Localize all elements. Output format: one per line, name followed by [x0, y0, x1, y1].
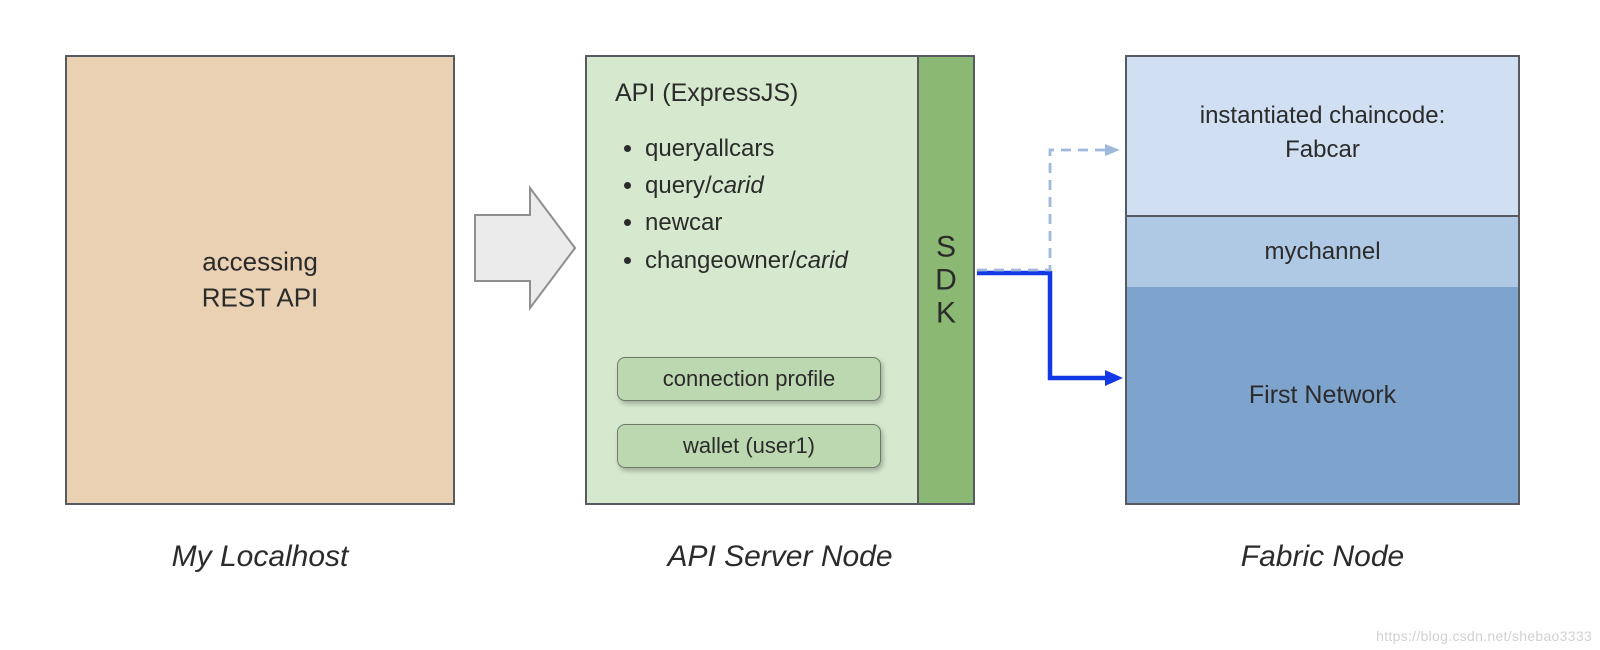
wallet-pill: wallet (user1)	[617, 424, 881, 468]
api-inner: API (ExpressJS) queryallcars query/carid…	[587, 57, 917, 503]
chaincode-line2: Fabcar	[1285, 136, 1360, 163]
caption-fabric-node: Fabric Node	[1125, 540, 1520, 574]
sdk-strip: S D K	[917, 57, 973, 503]
network-layer: First Network	[1127, 287, 1518, 503]
sdk-d: D	[935, 264, 957, 297]
endpoint-changeowner-prefix: changeowner/	[645, 247, 796, 274]
dashed-arrow-icon	[977, 144, 1120, 270]
sdk-label: S D K	[919, 231, 973, 330]
endpoint-changeowner-param: carid	[796, 247, 848, 274]
chaincode-line1: instantiated chaincode:	[1200, 102, 1446, 129]
chaincode-layer: instantiated chaincode: Fabcar	[1127, 57, 1518, 217]
channel-layer: mychannel	[1127, 217, 1518, 289]
sdk-s: S	[936, 231, 956, 264]
endpoint-query-prefix: query/	[645, 172, 712, 199]
my-localhost-box: accessing REST API	[65, 55, 455, 505]
endpoint-query-param: carid	[712, 172, 764, 199]
localhost-line2: REST API	[202, 283, 319, 313]
endpoint-queryallcars: queryallcars	[645, 130, 895, 167]
endpoint-query: query/carid	[645, 167, 895, 204]
caption-api-server: API Server Node	[585, 540, 975, 574]
fabric-node-box: instantiated chaincode: Fabcar mychannel…	[1125, 55, 1520, 505]
endpoint-changeowner: changeowner/carid	[645, 242, 895, 279]
localhost-line1: accessing	[202, 247, 318, 277]
big-arrow-icon	[475, 188, 575, 308]
watermark-text: https://blog.csdn.net/shebao3333	[1376, 628, 1592, 644]
api-server-box: API (ExpressJS) queryallcars query/carid…	[585, 55, 975, 505]
api-endpoint-list: queryallcars query/carid newcar changeow…	[645, 130, 895, 279]
connection-profile-pill: connection profile	[617, 357, 881, 401]
solid-arrow-icon	[977, 273, 1123, 386]
caption-localhost: My Localhost	[65, 540, 455, 574]
localhost-text: accessing REST API	[67, 244, 453, 317]
endpoint-newcar: newcar	[645, 204, 895, 241]
api-title: API (ExpressJS)	[615, 79, 895, 108]
sdk-k: K	[936, 297, 956, 330]
